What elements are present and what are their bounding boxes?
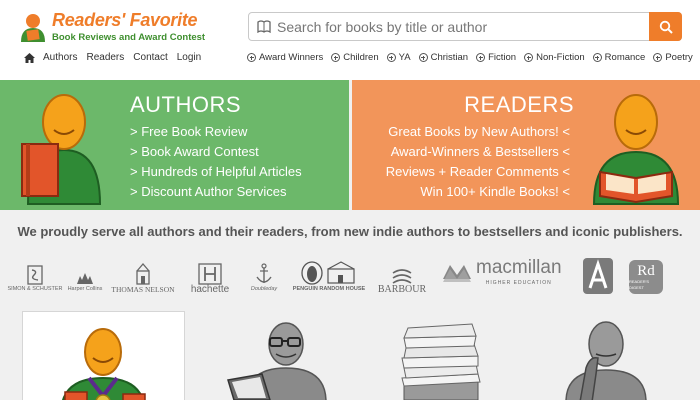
search-button[interactable] [649,12,682,41]
grey-thinker-figure-icon [565,321,647,400]
logo-title: Readers' Favorite [52,10,198,30]
readers-title: READERS [464,92,574,117]
category-poetry[interactable]: Poetry [653,52,693,63]
publisher-arcadia [582,250,614,294]
barbour-logo-icon [392,269,412,284]
category-christian[interactable]: Christian [418,52,469,63]
logo-subtitle: Book Reviews and Award Contest [52,32,206,43]
readers-item[interactable]: Reviews + Reader Comments < [386,162,570,182]
book-icon [257,20,271,33]
plus-circle-icon [524,53,534,62]
category-children[interactable]: Children [331,52,379,63]
doubleday-anchor-icon [256,263,272,283]
readers-list: Great Books by New Authors! < Award-Winn… [386,122,570,202]
search-icon [659,20,673,34]
search-input[interactable] [277,16,647,38]
reader-mascot-icon [592,94,680,205]
main-nav: Authors Readers Contact Login [24,52,210,63]
publisher-logos: SIMON & SCHUSTER Harper Collins THOMAS N… [8,250,680,295]
award-winner-card[interactable] [22,311,185,400]
publisher-hachette: hachette [188,250,232,295]
category-label: Romance [604,52,646,63]
plus-circle-icon [418,53,428,62]
nav-readers[interactable]: Readers [86,52,124,63]
category-fiction[interactable]: Fiction [476,52,516,63]
authors-item[interactable]: > Free Book Review [130,122,302,142]
author-mascot-icon [21,94,102,205]
harper-collins-logo-icon [77,273,93,284]
category-award-winners[interactable]: Award Winners [247,52,323,63]
publisher-readers-digest: Rd READER'S DIGEST [628,250,664,294]
readers-item[interactable]: Great Books by New Authors! < [386,122,570,142]
authors-title: AUTHORS [130,92,242,117]
paper-stack-icon [401,323,481,400]
publisher-thomas-nelson: THOMAS NELSON [108,250,178,294]
penguin-random-house-logo-icon [301,261,355,285]
site-logo[interactable]: Readers' Favorite Book Reviews and Award… [18,10,228,46]
readers-item[interactable]: Award-Winners & Bestsellers < [386,142,570,162]
plus-circle-icon [247,53,256,62]
category-label: Children [343,52,379,63]
category-ya[interactable]: YA [386,52,411,63]
site-header: Readers' Favorite Book Reviews and Award… [0,0,700,80]
category-label: Poetry [665,52,693,63]
readers-digest-logo-icon: Rd READER'S DIGEST [629,260,663,294]
macmillan-text: macmillan HIGHER EDUCATION [476,256,562,286]
publisher-penguin-random-house: PENGUIN RANDOM HOUSE [292,250,366,294]
authors-list: > Free Book Review > Book Award Contest … [130,122,302,202]
plus-circle-icon [331,53,341,62]
home-icon[interactable] [24,52,35,63]
nav-login[interactable]: Login [177,52,201,63]
logo-mark-icon [21,14,45,42]
publisher-simon-schuster: SIMON & SCHUSTER [8,250,63,294]
authors-item[interactable]: > Discount Author Services [130,182,302,202]
simon-schuster-logo-icon [27,265,43,285]
category-non-fiction[interactable]: Non-Fiction [524,52,585,63]
award-mascot-icon [61,328,146,400]
publisher-doubleday: Doubleday [246,250,282,294]
publisher-macmillan: macmillan HIGHER EDUCATION [442,250,572,294]
authors-banner[interactable]: AUTHORS > Free Book Review > Book Award … [0,80,349,210]
category-nav: Award Winners Children YA Christian Fict… [247,52,700,63]
plus-circle-icon [476,53,486,62]
plus-circle-icon [592,53,602,62]
hachette-logo-icon [198,263,222,285]
readers-banner[interactable]: READERS Great Books by New Authors! < Aw… [352,80,700,210]
category-label: Fiction [488,52,517,63]
category-label: Non-Fiction [536,52,585,63]
authors-item[interactable]: > Book Award Contest [130,142,302,162]
tagline: We proudly serve all authors and their r… [17,224,683,239]
macmillan-logo-icon [443,265,471,282]
nav-contact[interactable]: Contact [133,52,167,63]
category-label: Award Winners [259,52,324,63]
category-label: YA [398,52,411,63]
arcadia-logo-icon [583,258,613,294]
plus-circle-icon [386,53,396,62]
category-romance[interactable]: Romance [592,52,646,63]
publisher-harper-collins: Harper Collins [68,250,102,294]
authors-item[interactable]: > Hundreds of Helpful Articles [130,162,302,182]
readers-item[interactable]: Win 100+ Kindle Books! < [386,182,570,202]
search-bar [248,12,682,41]
publisher-barbour: BARBOUR [376,250,428,295]
nav-authors[interactable]: Authors [43,52,77,63]
grey-reviewer-figure-icon [227,322,327,400]
thomas-nelson-logo-icon [136,263,150,285]
plus-circle-icon [653,53,663,62]
category-label: Christian [430,52,469,63]
